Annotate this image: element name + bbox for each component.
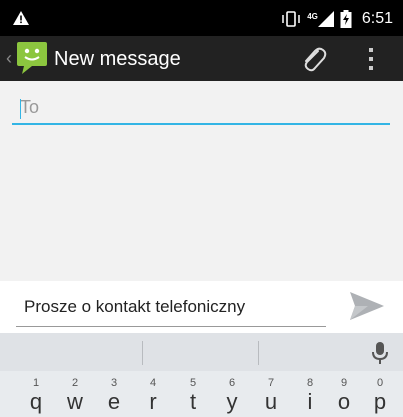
suggestion-divider xyxy=(142,341,143,365)
send-icon[interactable] xyxy=(346,289,386,323)
battery-charging-icon xyxy=(340,10,352,28)
compose-area xyxy=(0,81,403,281)
key-w[interactable]: 2w xyxy=(56,371,94,417)
text-cursor xyxy=(20,99,21,119)
message-field[interactable]: Prosze o kontakt telefoniczny xyxy=(16,289,326,327)
messaging-app-icon[interactable] xyxy=(16,40,50,76)
key-letter: p xyxy=(373,389,387,414)
microphone-icon[interactable] xyxy=(370,341,390,365)
suggestion-strip[interactable] xyxy=(0,333,403,371)
key-letter: u xyxy=(264,389,278,414)
action-bar: ‹ New message xyxy=(0,36,403,81)
key-y[interactable]: 6y xyxy=(213,371,251,417)
key-number: 6 xyxy=(228,377,236,389)
up-navigation-icon[interactable]: ‹ xyxy=(6,48,12,69)
key-letter: r xyxy=(149,389,157,414)
overflow-menu-icon[interactable] xyxy=(365,45,377,73)
key-number: 9 xyxy=(340,377,348,389)
message-text[interactable]: Prosze o kontakt telefoniczny xyxy=(24,297,245,317)
key-letter: q xyxy=(29,389,43,414)
key-number: 7 xyxy=(267,377,275,389)
key-number: 4 xyxy=(149,377,157,389)
key-number: 0 xyxy=(376,377,384,389)
key-i[interactable]: 8i xyxy=(291,371,329,417)
warning-icon xyxy=(13,11,29,25)
keyboard: 1q 2w 3e 4r 5t 6y 7u 8i 9o 0p xyxy=(0,333,403,417)
key-t[interactable]: 5t xyxy=(174,371,212,417)
keyboard-row-top: 1q 2w 3e 4r 5t 6y 7u 8i 9o 0p xyxy=(0,371,403,417)
key-o[interactable]: 9o xyxy=(325,371,363,417)
paperclip-icon[interactable] xyxy=(298,43,328,75)
key-letter: e xyxy=(107,389,121,414)
status-icons: 4G 6:51 xyxy=(281,8,393,30)
key-number: 1 xyxy=(32,377,40,389)
key-letter: o xyxy=(337,389,351,414)
key-letter: w xyxy=(67,389,83,414)
key-r[interactable]: 4r xyxy=(134,371,172,417)
key-number: 8 xyxy=(306,377,314,389)
vibrate-icon xyxy=(282,11,300,27)
recipient-field[interactable] xyxy=(12,91,390,125)
page-title: New message xyxy=(54,48,181,70)
key-number: 5 xyxy=(189,377,197,389)
key-number: 2 xyxy=(71,377,79,389)
key-u[interactable]: 7u xyxy=(252,371,290,417)
network-type-label: 4G xyxy=(307,12,318,21)
key-e[interactable]: 3e xyxy=(95,371,133,417)
key-letter: t xyxy=(189,389,197,414)
to-input[interactable] xyxy=(12,91,390,123)
signal-icon: 4G xyxy=(307,11,334,27)
key-p[interactable]: 0p xyxy=(361,371,399,417)
key-letter: i xyxy=(307,389,313,414)
suggestion-divider xyxy=(258,341,259,365)
message-entry-bar: Prosze o kontakt telefoniczny xyxy=(0,281,403,333)
clock: 6:51 xyxy=(361,10,393,27)
status-bar: 4G 6:51 xyxy=(0,0,403,36)
key-letter: y xyxy=(226,389,238,414)
key-number: 3 xyxy=(110,377,118,389)
key-q[interactable]: 1q xyxy=(17,371,55,417)
